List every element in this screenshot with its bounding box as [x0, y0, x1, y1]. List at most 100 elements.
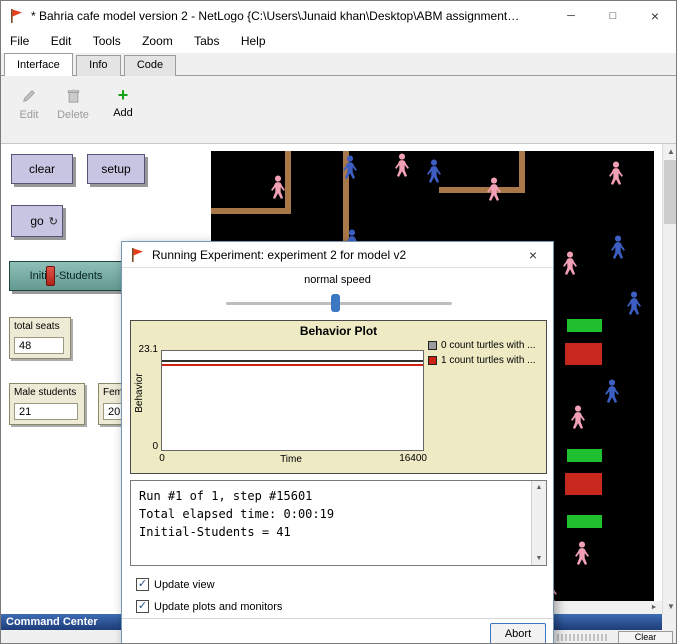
trash-icon: [51, 89, 95, 107]
dialog-speed-label: normal speed: [122, 274, 553, 286]
interface-toolbar: Edit Delete + Add abc Button ▼ normal sp…: [1, 76, 676, 144]
scroll-down-icon[interactable]: ▼: [663, 599, 677, 614]
monitor-male-students: Male students 21: [9, 383, 85, 425]
checkbox-box: ✓: [136, 600, 149, 613]
monitor-value: 48: [14, 337, 64, 354]
person-turtle: [393, 153, 411, 178]
vertical-scrollbar[interactable]: ▲ ▼: [662, 144, 677, 614]
netlogo-window: * Bahria cafe model version 2 - NetLogo …: [0, 0, 677, 644]
menu-tools[interactable]: Tools: [84, 31, 130, 51]
plot-area: [161, 350, 424, 451]
person-turtle: [269, 175, 287, 200]
tab-code[interactable]: Code: [124, 55, 176, 76]
tab-bar: Interface Info Code: [1, 53, 676, 76]
legend-label: 1 count turtles with ...: [441, 355, 536, 366]
resize-grip[interactable]: [557, 634, 609, 641]
dialog-divider: [122, 618, 553, 619]
plot-title: Behavior Plot: [131, 324, 546, 338]
update-view-label: Update view: [154, 579, 215, 591]
delete-label: Delete: [57, 109, 89, 121]
log-text: Run #1 of 1, step #15601 Total elapsed t…: [131, 481, 530, 565]
menu-file[interactable]: File: [1, 31, 38, 51]
initial-students-slider[interactable]: Initial-Students: [9, 261, 123, 291]
experiment-log[interactable]: Run #1 of 1, step #15601 Total elapsed t…: [130, 480, 547, 566]
monitor-total-seats: total seats 48: [9, 317, 71, 359]
seat-block: [567, 319, 602, 332]
y-axis-min: 0: [145, 441, 158, 452]
update-plots-label: Update plots and monitors: [154, 601, 282, 613]
dialog-title: Running Experiment: experiment 2 for mod…: [152, 242, 406, 268]
slider-handle[interactable]: [46, 266, 55, 286]
command-center-title: Command Center: [6, 616, 98, 628]
seat-block: [567, 515, 602, 528]
menu-zoom[interactable]: Zoom: [133, 31, 182, 51]
person-turtle: [485, 177, 503, 202]
tab-info[interactable]: Info: [76, 55, 120, 76]
checkbox-box: ✓: [136, 578, 149, 591]
delete-widget-button[interactable]: Delete: [51, 89, 95, 121]
add-label: Add: [113, 107, 133, 119]
plus-icon: +: [101, 87, 145, 105]
clear-button[interactable]: clear: [11, 154, 73, 184]
x-axis-min: 0: [155, 453, 169, 464]
wall-segment: [211, 208, 291, 214]
scroll-down-icon[interactable]: ▼: [532, 552, 546, 565]
tab-interface[interactable]: Interface: [4, 53, 73, 76]
command-center-clear-button[interactable]: Clear: [618, 631, 673, 644]
netlogo-flag-icon: [9, 8, 23, 27]
dialog-speed-slider[interactable]: [226, 302, 452, 305]
edit-widget-button[interactable]: Edit: [7, 89, 51, 121]
scroll-up-icon[interactable]: ▲: [663, 144, 677, 159]
check-icon: ✓: [138, 601, 147, 612]
window-title: * Bahria cafe model version 2 - NetLogo …: [31, 1, 521, 31]
update-plots-checkbox[interactable]: ✓ Update plots and monitors: [136, 600, 282, 613]
go-button[interactable]: go ↻: [11, 205, 63, 237]
minimize-icon[interactable]: ─: [550, 1, 592, 31]
person-turtle: [561, 251, 579, 276]
monitor-label: total seats: [10, 318, 70, 332]
dialog-speed-thumb[interactable]: [331, 294, 340, 312]
go-label: go: [30, 214, 43, 228]
log-scrollbar[interactable]: ▲ ▼: [531, 481, 546, 565]
y-axis-label: Behavior: [134, 347, 145, 439]
scroll-up-icon[interactable]: ▲: [532, 481, 546, 494]
person-turtle: [569, 405, 587, 430]
legend-swatch-icon: [428, 341, 437, 350]
plot-legend: 0 count turtles with ... 1 count turtles …: [428, 338, 546, 368]
setup-button[interactable]: setup: [87, 154, 145, 184]
update-view-checkbox[interactable]: ✓ Update view: [136, 578, 215, 591]
x-axis-max: 16400: [381, 453, 427, 464]
dialog-close-icon[interactable]: ×: [513, 242, 553, 268]
scrollbar-thumb[interactable]: [664, 160, 677, 224]
menu-bar: File Edit Tools Zoom Tabs Help: [1, 31, 676, 53]
x-axis-label: Time: [221, 454, 361, 465]
wall-segment: [519, 151, 525, 191]
edit-label: Edit: [20, 109, 39, 121]
wall-segment: [439, 187, 525, 193]
seat-block: [567, 449, 602, 462]
add-widget-button[interactable]: + Add: [101, 87, 145, 119]
title-bar[interactable]: * Bahria cafe model version 2 - NetLogo …: [1, 1, 676, 31]
maximize-icon[interactable]: □: [592, 1, 634, 31]
dialog-title-bar[interactable]: Running Experiment: experiment 2 for mod…: [122, 242, 553, 268]
person-turtle: [425, 159, 443, 184]
monitor-label: Male students: [10, 384, 84, 398]
legend-swatch-icon: [428, 356, 437, 365]
menu-edit[interactable]: Edit: [42, 31, 81, 51]
legend-item: 0 count turtles with ...: [428, 338, 546, 353]
person-turtle: [573, 541, 591, 566]
slider-label: Initial-Students: [30, 270, 103, 282]
abort-button[interactable]: Abort: [490, 623, 546, 644]
seat-block: [565, 343, 602, 365]
plot-series-line: [162, 364, 423, 366]
menu-help[interactable]: Help: [232, 31, 275, 51]
netlogo-flag-icon: [130, 247, 144, 266]
person-turtle: [625, 291, 643, 316]
person-turtle: [341, 155, 359, 180]
check-icon: ✓: [138, 579, 147, 590]
seat-block: [565, 473, 602, 495]
menu-tabs[interactable]: Tabs: [185, 31, 228, 51]
scroll-right-icon[interactable]: ►: [646, 601, 662, 614]
behavior-plot: Behavior Plot 0 count turtles with ... 1 …: [130, 320, 547, 474]
close-icon[interactable]: ×: [634, 1, 676, 31]
